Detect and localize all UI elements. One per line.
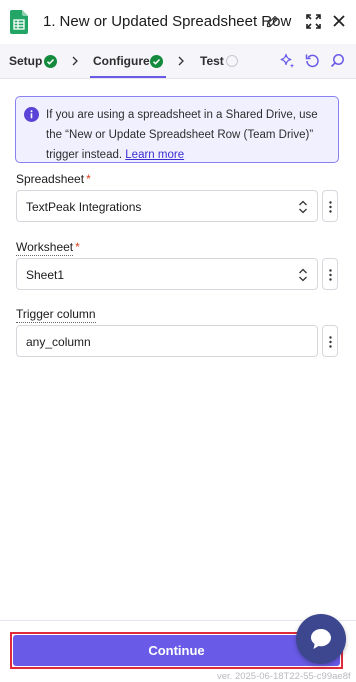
more-vertical-icon [329,336,332,348]
google-sheets-icon [10,10,28,34]
trigger-column-input[interactable]: any_column [16,325,318,357]
chat-button[interactable] [296,614,346,664]
chevron-right-icon [72,56,78,66]
close-icon[interactable] [333,15,345,27]
spreadsheet-value: TextPeak Integrations [26,200,142,214]
more-vertical-icon [329,201,332,213]
info-message: If you are using a spreadsheet in a Shar… [46,105,334,165]
trigger-column-value: any_column [26,335,91,349]
tab-test[interactable]: Test [200,54,224,68]
tab-setup[interactable]: Setup [9,54,42,68]
up-down-icon [299,268,307,282]
step-title[interactable]: 1. New or Updated Spreadsheet Row [43,13,291,30]
active-tab-indicator [90,76,166,78]
more-vertical-icon [329,269,332,281]
step-number: 1. [43,13,56,30]
expand-icon[interactable] [306,14,321,29]
chat-icon [311,629,331,649]
info-icon [24,107,39,122]
version-label: ver. 2025-06-18T22-55-c99ae8f [217,671,351,682]
worksheet-label-text: Worksheet [16,240,74,256]
tab-configure[interactable]: Configure [93,54,150,68]
spreadsheet-more-button[interactable] [322,190,338,222]
spreadsheet-select[interactable]: TextPeak Integrations [16,190,318,222]
trigger-column-more-button[interactable] [322,325,338,357]
trigger-column-label: Trigger column [16,307,96,323]
chevron-right-icon [178,56,184,66]
trigger-column-label-text: Trigger column [16,307,96,323]
undo-icon[interactable] [305,53,320,68]
panel-header: 1. New or Updated Spreadsheet Row [0,0,356,44]
worksheet-label: Worksheet * [16,240,80,256]
pencil-icon[interactable] [266,15,279,28]
continue-button[interactable]: Continue [13,635,340,666]
shared-drive-info-alert: If you are using a spreadsheet in a Shar… [15,96,339,163]
up-down-icon [299,200,307,214]
worksheet-more-button[interactable] [322,258,338,290]
pending-circle-icon [226,55,238,67]
worksheet-value: Sheet1 [26,268,65,282]
search-icon[interactable] [330,53,345,68]
step-tabs: Setup Configure Test [0,44,356,79]
learn-more-link[interactable]: Learn more [125,149,184,161]
required-marker: * [86,172,91,186]
required-marker: * [75,240,80,254]
step-title-text: New or Updated Spreadsheet Row [59,13,292,30]
sparkle-icon[interactable] [279,53,295,69]
spreadsheet-label-text: Spreadsheet [16,172,85,186]
spreadsheet-label: Spreadsheet * [16,172,91,186]
check-circle-icon [150,55,163,68]
worksheet-select[interactable]: Sheet1 [16,258,318,290]
check-circle-icon [44,55,57,68]
